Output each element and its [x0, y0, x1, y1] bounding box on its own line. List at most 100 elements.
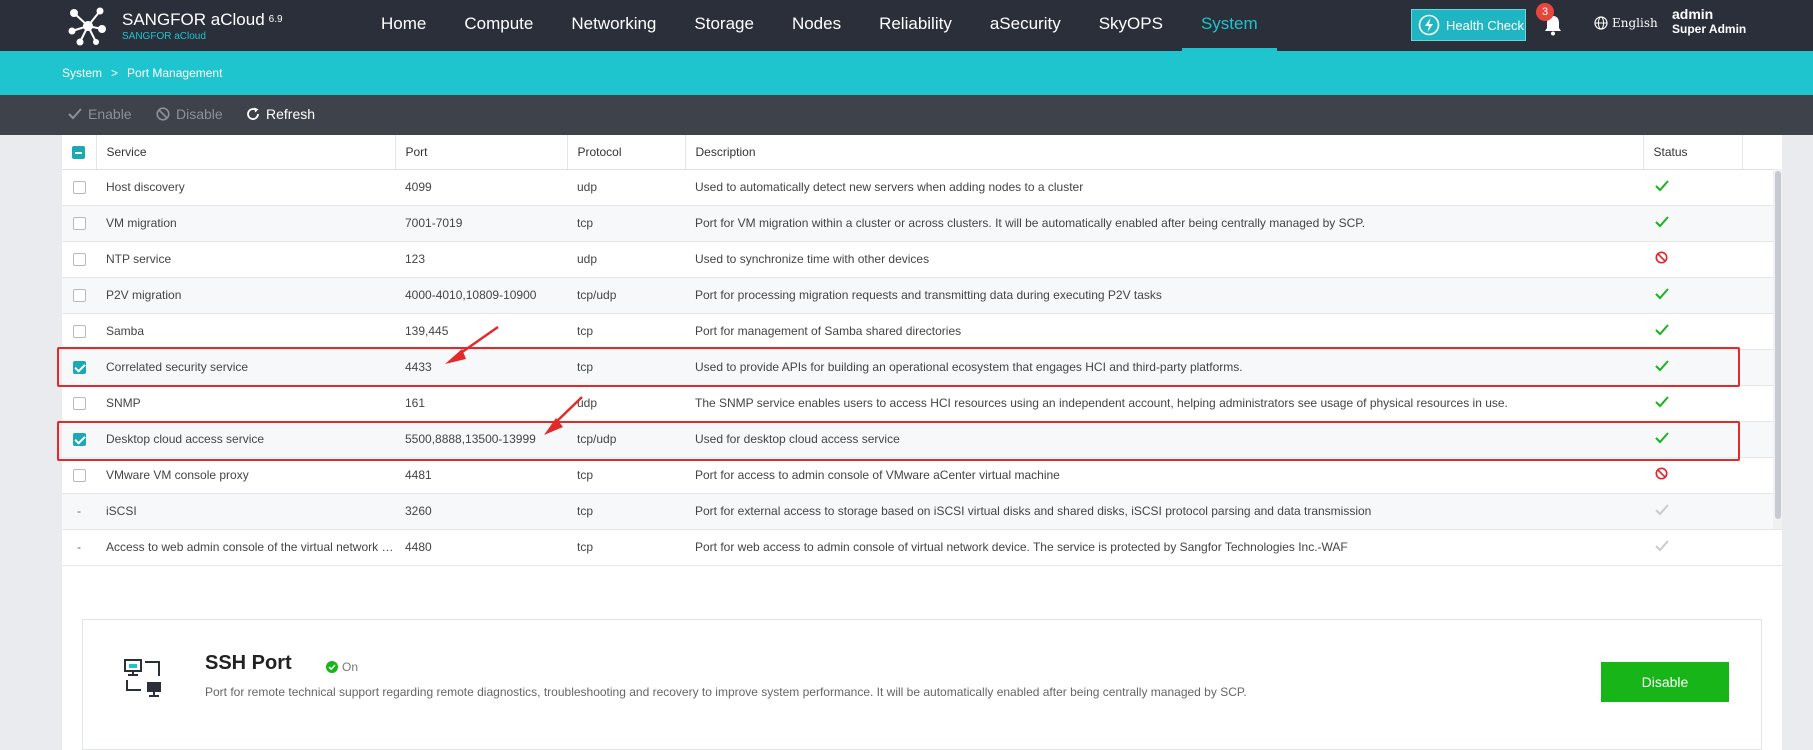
cell-service: Host discovery	[96, 169, 395, 206]
col-description[interactable]: Description	[685, 135, 1644, 170]
cell-service: Desktop cloud access service	[96, 421, 395, 458]
action-toolbar: Enable Disable Refresh	[0, 95, 1813, 135]
check-mark-icon	[1655, 539, 1669, 551]
table-row[interactable]: P2V migration 4000-4010,10809-10900 tcp/ud…	[62, 277, 1782, 314]
nav-system[interactable]: System	[1181, 0, 1277, 51]
disable-button[interactable]: Disable	[156, 106, 223, 122]
row-checkbox[interactable]	[72, 181, 86, 195]
cell-port: 4000-4010,10809-10900	[395, 277, 567, 314]
nav-storage[interactable]: Storage	[675, 0, 773, 51]
nav-nodes[interactable]: Nodes	[773, 0, 860, 51]
cell-protocol: tcp	[567, 457, 685, 494]
nav-networking[interactable]: Networking	[552, 0, 675, 51]
row-checkbox[interactable]	[72, 469, 86, 483]
notification-badge: 3	[1536, 3, 1554, 21]
cell-protocol: tcp	[567, 205, 685, 242]
row-select-cell	[62, 241, 96, 278]
top-nav-bar: SANGFOR aCloud 6.9 SANGFOR aCloud Home Co…	[0, 0, 1813, 51]
table-row[interactable]: Correlated security service 4433 tcp Used t…	[62, 349, 1782, 386]
table-row[interactable]: Host discovery 4099 udp Used to automatical…	[62, 169, 1782, 206]
select-all-checkbox[interactable]	[72, 145, 86, 159]
cell-service: iSCSI	[96, 493, 395, 530]
check-mark-icon	[1655, 215, 1669, 227]
row-select-cell	[62, 385, 96, 422]
port-table: Service Port Protocol Description Status…	[62, 135, 1782, 566]
cell-port: 4481	[395, 457, 567, 494]
health-check-button[interactable]: Health Check	[1411, 9, 1526, 41]
table-row[interactable]: - iSCSI 3260 tcp Port for external access to…	[62, 493, 1782, 530]
col-service[interactable]: Service	[96, 135, 396, 170]
brand-version: 6.9	[268, 14, 283, 25]
table-row[interactable]: SNMP 161 udp The SNMP service enables users…	[62, 385, 1782, 422]
content-panel: Service Port Protocol Description Status…	[62, 135, 1782, 750]
cell-port: 4480	[395, 529, 567, 566]
cell-status	[1643, 421, 1742, 458]
row-disabled-marker: -	[77, 540, 81, 554]
col-port[interactable]: Port	[395, 135, 568, 170]
nav-home[interactable]: Home	[362, 0, 445, 51]
col-protocol[interactable]: Protocol	[567, 135, 686, 170]
cell-spacer	[1742, 529, 1782, 566]
nav-compute[interactable]: Compute	[445, 0, 552, 51]
enable-label: Enable	[88, 106, 132, 122]
brand-logo[interactable]: SANGFOR aCloud 6.9 SANGFOR aCloud	[66, 5, 283, 47]
language-selector[interactable]: English	[1594, 16, 1658, 30]
cell-protocol: tcp/udp	[567, 421, 685, 458]
nav-asecurity[interactable]: aSecurity	[971, 0, 1080, 51]
breadcrumb: System > Port Management	[62, 66, 222, 80]
nav-reliability[interactable]: Reliability	[860, 0, 971, 51]
row-checkbox[interactable]	[72, 397, 86, 411]
row-checkbox[interactable]	[72, 361, 86, 375]
row-select-cell	[62, 349, 96, 386]
sangfor-logo-icon	[68, 7, 106, 46]
language-label: English	[1612, 16, 1658, 30]
row-checkbox[interactable]	[72, 217, 86, 231]
row-select-cell	[62, 457, 96, 494]
cell-description: Used to automatically detect new servers…	[685, 169, 1643, 206]
row-checkbox[interactable]	[72, 433, 86, 447]
ssh-disable-button[interactable]: Disable	[1601, 662, 1729, 702]
row-checkbox[interactable]	[72, 289, 86, 303]
table-row[interactable]: NTP service 123 udp Used to synchronize tim…	[62, 241, 1782, 278]
breadcrumb-current: Port Management	[127, 66, 223, 80]
cell-status	[1643, 169, 1742, 206]
cell-status	[1643, 385, 1742, 422]
table-row[interactable]: Samba 139,445 tcp Port for management of Sa…	[62, 313, 1782, 350]
cell-service: Samba	[96, 313, 395, 350]
disable-label: Disable	[176, 106, 223, 122]
user-menu[interactable]: admin Super Admin	[1672, 7, 1746, 37]
breadcrumb-system[interactable]: System	[62, 66, 102, 80]
nav-skyops[interactable]: SkyOPS	[1080, 0, 1182, 51]
row-checkbox[interactable]	[72, 325, 86, 339]
select-all-cell	[62, 135, 97, 170]
cell-service: NTP service	[96, 241, 395, 278]
ssh-status-label: On	[342, 660, 359, 674]
cell-status	[1643, 493, 1742, 530]
refresh-button[interactable]: Refresh	[246, 106, 315, 122]
cell-port: 123	[395, 241, 567, 278]
cell-description: Port for VM migration within a cluster o…	[685, 205, 1643, 242]
row-checkbox[interactable]	[72, 253, 86, 267]
cell-status	[1643, 241, 1742, 278]
prohibit-icon	[1655, 467, 1668, 480]
enable-button[interactable]: Enable	[68, 106, 132, 122]
table-scrollbar-thumb[interactable]	[1775, 171, 1781, 519]
cell-port: 4433	[395, 349, 567, 386]
row-select-cell	[62, 421, 96, 458]
cell-description: Port for access to admin console of VMwa…	[685, 457, 1643, 494]
col-status[interactable]: Status	[1643, 135, 1743, 170]
check-mark-icon	[1655, 179, 1669, 191]
table-body: Host discovery 4099 udp Used to automatical…	[62, 169, 1782, 566]
health-check-label: Health Check	[1446, 17, 1525, 33]
cell-service: Access to web admin console of the virtu…	[96, 529, 395, 566]
section-divider	[62, 565, 1782, 566]
table-row[interactable]: Desktop cloud access service 5500,8888,13…	[62, 421, 1782, 458]
table-row[interactable]: VM migration 7001-7019 tcp Port for VM migr…	[62, 205, 1782, 242]
table-row[interactable]: VMware VM console proxy 4481 tcp Port for a…	[62, 457, 1782, 494]
table-row[interactable]: - Access to web admin console of the virt…	[62, 529, 1782, 566]
cell-port: 139,445	[395, 313, 567, 350]
cell-status	[1643, 313, 1742, 350]
cell-protocol: tcp	[567, 493, 685, 530]
cell-status	[1643, 205, 1742, 242]
cell-port: 161	[395, 385, 567, 422]
